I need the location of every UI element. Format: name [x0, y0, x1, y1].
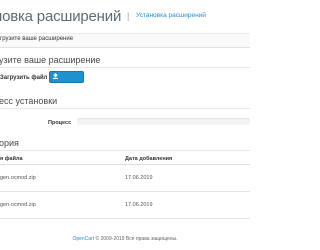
divider — [0, 108, 250, 109]
breadcrumb-link[interactable]: Установка расширений — [136, 12, 206, 19]
history-table: я файла Дата добавления gen.ocmod.zip 17… — [0, 153, 250, 219]
table-row: gen.ocmod.zip 17.06.2019 — [0, 164, 250, 192]
panel-heading-title: грузите ваше расширение — [0, 36, 74, 42]
history-section-title: ория — [0, 138, 19, 148]
footer: OpenCart © 2009-2019 Все права защищены. — [0, 236, 250, 242]
progress-label: Процесс — [48, 120, 72, 126]
file-name-cell: gen.ocmod.zip — [0, 164, 125, 192]
upload-icon — [53, 72, 58, 84]
upload-section-title: узите ваше расширение — [0, 55, 101, 65]
divider — [0, 67, 250, 68]
table-row: gen.ocmod.zip 17.06.2019 — [0, 191, 250, 219]
date-added-cell: 17.06.2019 — [125, 164, 250, 192]
upload-button-label: Загрузить — [53, 87, 79, 93]
upload-button[interactable]: Загрузить — [49, 71, 84, 93]
column-header-file: я файла — [0, 153, 125, 165]
breadcrumb-separator: | — [127, 11, 130, 21]
table-header-row: я файла Дата добавления — [0, 153, 250, 165]
progress-bar — [77, 118, 250, 125]
date-added-cell: 17.06.2019 — [125, 191, 250, 219]
divider — [0, 150, 250, 151]
progress-section-title: есс установки — [0, 96, 58, 106]
footer-brand-link[interactable]: OpenCart — [72, 236, 94, 242]
footer-copyright: © 2009-2019 Все права защищены. — [94, 236, 178, 242]
page-title: новка расширений — [0, 8, 122, 25]
upload-file-label: Загрузить файл — [0, 75, 48, 81]
column-header-date: Дата добавления — [125, 153, 250, 165]
file-name-cell: gen.ocmod.zip — [0, 191, 125, 219]
